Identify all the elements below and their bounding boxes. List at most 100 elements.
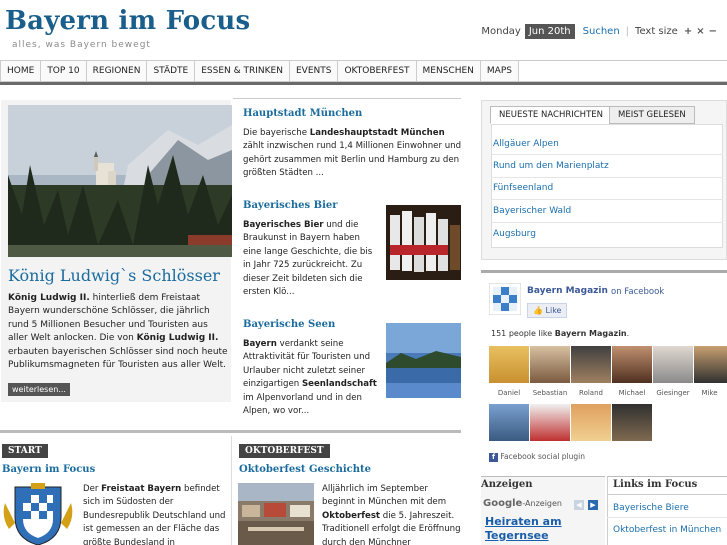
nav-item-oktoberfest[interactable]: OKTOBERFEST	[338, 61, 417, 81]
avatar-name[interactable]: Michael	[610, 389, 654, 397]
section-label-start[interactable]: START	[2, 444, 48, 458]
link-item[interactable]: Oktoberfest in München	[613, 525, 721, 535]
article-title[interactable]: Bayerische Seen	[243, 319, 335, 330]
featured-text-part: erbauten bayerischen Schlösser sind noch…	[8, 346, 228, 371]
avatar[interactable]	[653, 346, 693, 383]
text-size-decrease[interactable]: −	[709, 26, 717, 37]
lake-image[interactable]	[386, 323, 461, 398]
count-text: .	[626, 329, 630, 338]
ad-link[interactable]: Heiraten am Tegernsee	[485, 515, 562, 543]
section-text: Der Freistaat Bayern befindet sich im Sü…	[83, 483, 227, 545]
ad-line: Tegernsee	[485, 529, 549, 542]
section-title[interactable]: Bayern im Focus	[2, 464, 95, 475]
bayern-magazin-logo[interactable]	[489, 283, 521, 315]
list-item[interactable]: Fünfseenland	[493, 183, 553, 193]
tab-neueste-nachrichten[interactable]: NEUESTE NACHRICHTEN	[490, 106, 612, 124]
article-text: Die bayerische Landeshauptstadt München …	[243, 127, 463, 181]
divider	[491, 154, 723, 155]
bavaria-coat-of-arms-image	[1, 483, 75, 545]
divider	[607, 494, 727, 495]
link-item[interactable]: Bayerische Biere	[613, 503, 689, 513]
section-label-oktoberfest[interactable]: OKTOBERFEST	[239, 444, 330, 458]
column-divider	[231, 436, 232, 545]
facebook-on-label[interactable]: on Facebook	[611, 287, 664, 297]
divider	[491, 222, 723, 223]
article-text-bold: Bayern	[243, 339, 277, 349]
google-label: Google	[483, 498, 523, 509]
list-item[interactable]: Allgäuer Alpen	[493, 139, 559, 149]
avatar-name[interactable]: Sebastian	[528, 389, 572, 397]
chevron-right-icon[interactable]: ▶	[588, 500, 598, 510]
divider	[491, 177, 723, 178]
plugin-label[interactable]: Facebook social plugin	[500, 452, 585, 461]
featured-title[interactable]: König Ludwig`s Schlösser	[8, 266, 220, 285]
nav-item-maps[interactable]: MAPS	[480, 61, 519, 81]
nav-divider	[0, 82, 727, 85]
avatar[interactable]	[489, 346, 529, 383]
count-text: 151 people like	[491, 329, 555, 338]
google-ads-suffix: -Anzeigen	[522, 499, 562, 508]
nav-item-menschen[interactable]: MENSCHEN	[416, 61, 481, 81]
nav-item-home[interactable]: HOME	[0, 61, 42, 81]
article-text-part: Die bayerische	[243, 128, 310, 138]
site-title[interactable]: Bayern im Focus	[5, 6, 250, 36]
section-text-bold: Freistaat Bayern	[101, 484, 182, 494]
avatar[interactable]	[530, 404, 570, 441]
nav-item-events[interactable]: EVENTS	[289, 61, 339, 81]
list-item[interactable]: Augsburg	[493, 229, 536, 239]
avatar-name[interactable]: Giesinger	[651, 389, 695, 397]
text-size-increase[interactable]: +	[684, 26, 692, 37]
section-text: Alljährlich im September beginnt in Münc…	[322, 483, 462, 545]
avatar[interactable]	[694, 346, 727, 383]
article-text-bold: Landeshauptstadt München	[309, 128, 445, 138]
text-size-reset[interactable]: ×	[696, 26, 704, 37]
nav-item-top10[interactable]: TOP 10	[41, 61, 87, 81]
chevron-left-icon[interactable]: ◀	[574, 500, 584, 510]
list-item[interactable]: Rund um den Marienplatz	[493, 161, 609, 171]
google-ads-label[interactable]: Google-Anzeigen	[483, 498, 562, 509]
avatar-name[interactable]: Roland	[569, 389, 613, 397]
beer-image[interactable]	[386, 205, 461, 280]
avatar-name[interactable]: Mike	[692, 389, 727, 397]
divider	[233, 98, 461, 99]
list-item[interactable]: Bayerischer Wald	[493, 206, 571, 216]
avatar[interactable]	[571, 404, 611, 441]
facebook-like-count: 151 people like Bayern Magazin.	[491, 329, 629, 338]
header-tools: Monday Jun 20th Suchen | Text size + × −	[481, 24, 721, 39]
section-text-part: Alljährlich im September beginnt in Münc…	[322, 484, 447, 508]
avatar[interactable]	[612, 346, 652, 383]
article-text-part: im Alpenvorland und in den Alpen, wo vor…	[243, 392, 362, 417]
article-text-bold: Bayerisches Bier	[243, 220, 324, 230]
search-link[interactable]: Suchen	[583, 26, 620, 37]
like-label: Like	[545, 306, 562, 315]
section-text-part: Der	[83, 484, 102, 494]
article-title[interactable]: Hauptstadt München	[243, 108, 362, 119]
featured-text-bold: König Ludwig II.	[136, 333, 219, 344]
avatar[interactable]	[530, 346, 570, 383]
avatar[interactable]	[571, 346, 611, 383]
nav-item-essen-trinken[interactable]: ESSEN & TRINKEN	[195, 61, 290, 81]
featured-text: König Ludwig II. hinterließ dem Freistaa…	[8, 292, 230, 372]
avatar-name[interactable]: Daniel	[487, 389, 531, 397]
nav-item-staedte[interactable]: STÄDTE	[147, 61, 196, 81]
separator: |	[625, 26, 630, 37]
ads-title: Anzeigen	[481, 479, 533, 490]
facebook-like-button[interactable]: 👍 Like	[527, 303, 568, 318]
count-page-name: Bayern Magazin	[554, 329, 627, 338]
section-title[interactable]: Oktoberfest Geschichte	[239, 464, 371, 475]
tab-meist-gelesen[interactable]: MEIST GELESEN	[609, 106, 695, 124]
article-title[interactable]: Bayerisches Bier	[243, 200, 338, 211]
thumbs-up-icon: 👍	[533, 306, 543, 315]
read-more-button[interactable]: weiterlesen...	[8, 383, 70, 396]
oktoberfest-image	[238, 483, 314, 545]
article-text-bold: Seenlandschaft	[301, 379, 377, 390]
facebook-page-name[interactable]: Bayern Magazin	[527, 286, 608, 296]
avatar[interactable]	[489, 404, 529, 441]
avatar[interactable]	[612, 404, 652, 441]
castle-image[interactable]	[8, 105, 232, 257]
ad-line: Heiraten am	[485, 515, 562, 528]
facebook-plugin-footer: f Facebook social plugin	[489, 452, 585, 462]
nav-item-regionen[interactable]: REGIONEN	[86, 61, 148, 81]
text-size-label: Text size	[635, 26, 678, 37]
site-tagline: alles, was Bayern bewegt	[12, 40, 151, 50]
